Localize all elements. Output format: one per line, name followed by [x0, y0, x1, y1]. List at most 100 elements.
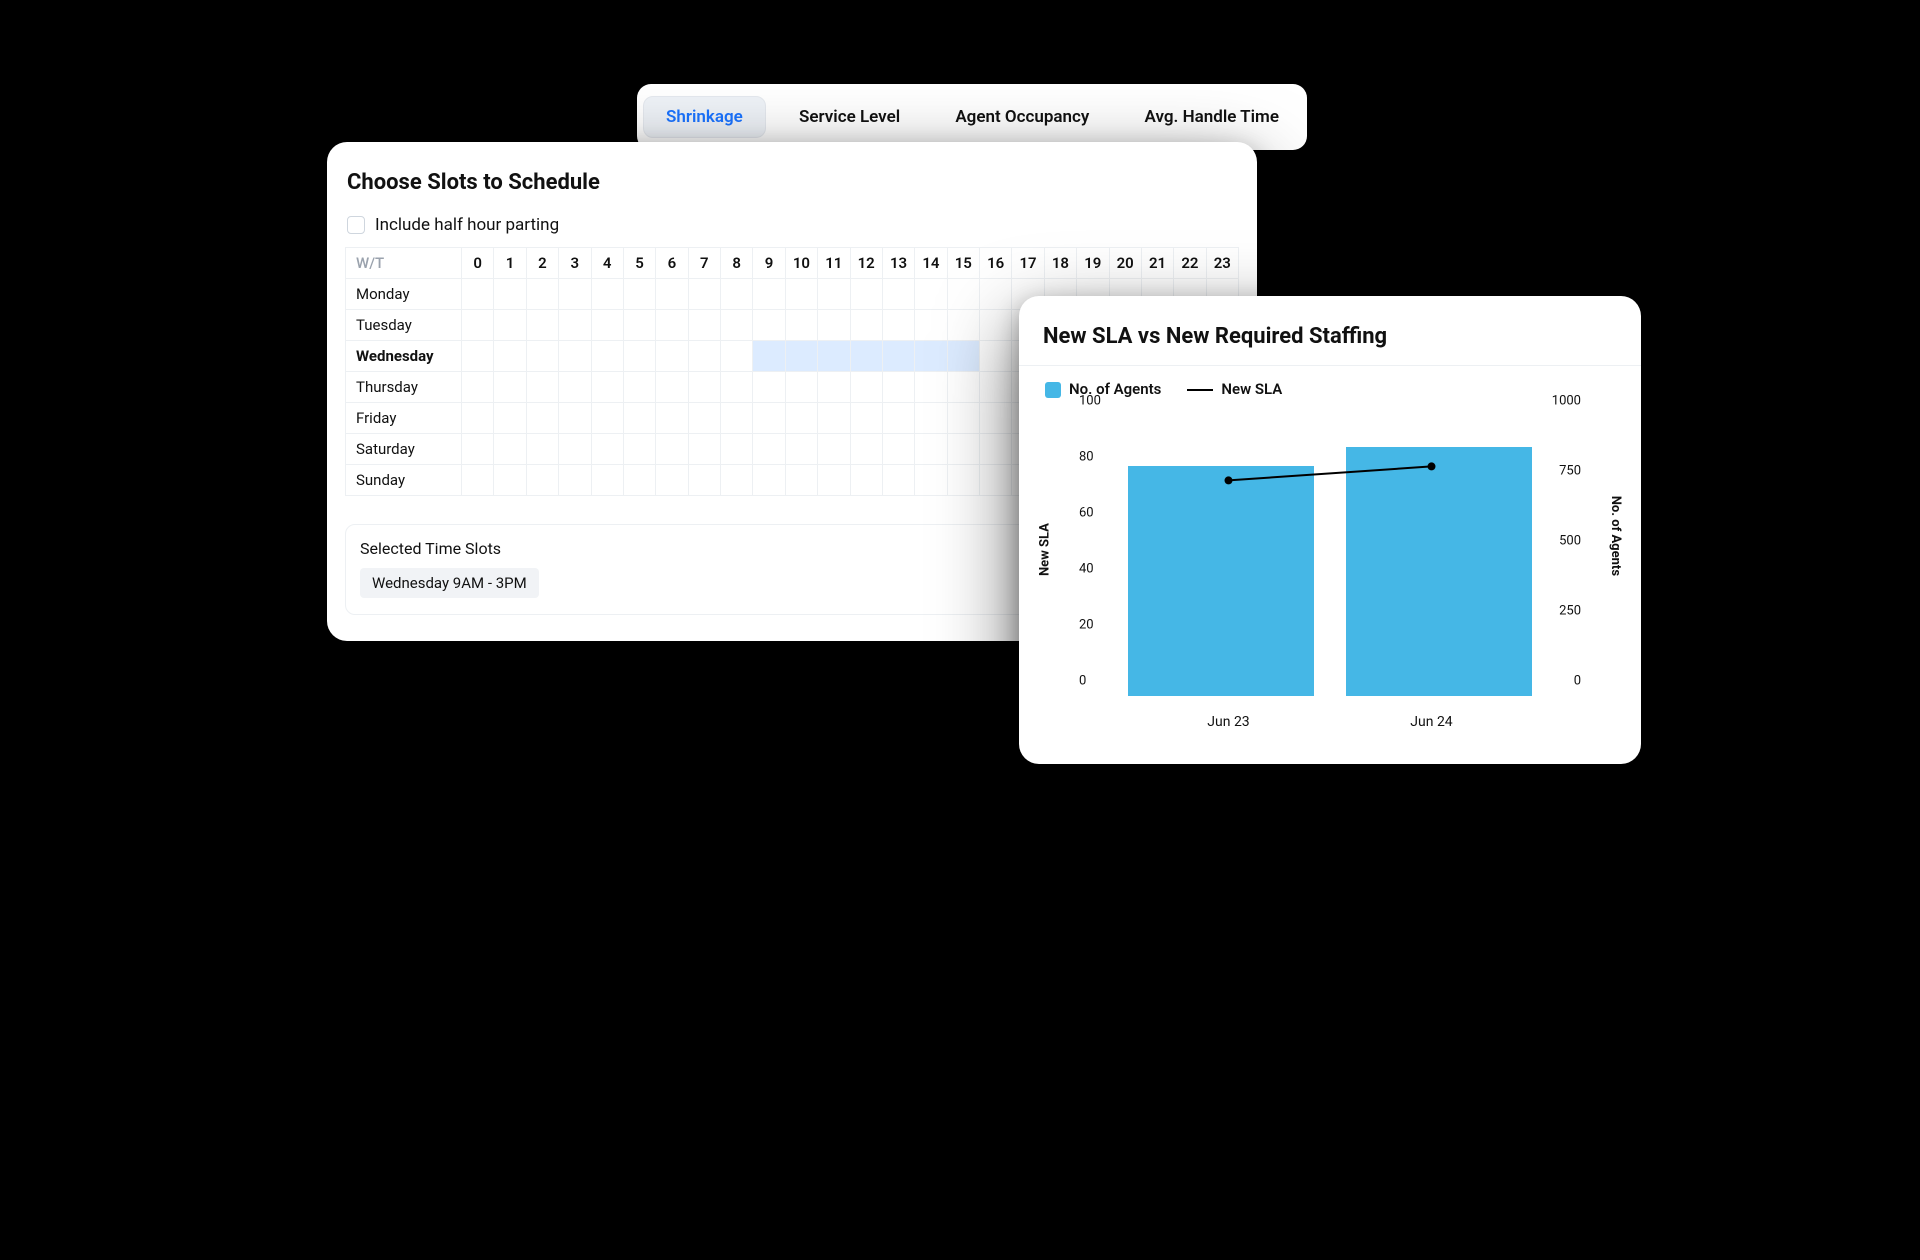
slot-cell[interactable] — [591, 403, 623, 434]
slot-cell[interactable] — [882, 310, 914, 341]
slot-cell[interactable] — [980, 310, 1012, 341]
slot-cell[interactable] — [947, 465, 979, 496]
slot-cell[interactable] — [591, 310, 623, 341]
slot-cell[interactable] — [688, 279, 720, 310]
slot-cell[interactable] — [656, 310, 688, 341]
slot-cell[interactable] — [753, 434, 785, 465]
slot-cell[interactable] — [785, 341, 817, 372]
slot-cell[interactable] — [721, 341, 753, 372]
slot-cell[interactable] — [785, 279, 817, 310]
slot-cell[interactable] — [591, 434, 623, 465]
slot-cell[interactable] — [526, 465, 558, 496]
slot-cell[interactable] — [818, 434, 850, 465]
slot-cell[interactable] — [494, 434, 526, 465]
slot-cell[interactable] — [947, 403, 979, 434]
slot-cell[interactable] — [721, 434, 753, 465]
slot-cell[interactable] — [785, 434, 817, 465]
slot-cell[interactable] — [882, 341, 914, 372]
slot-cell[interactable] — [850, 465, 882, 496]
slot-cell[interactable] — [623, 341, 655, 372]
slot-cell[interactable] — [494, 465, 526, 496]
slot-cell[interactable] — [753, 310, 785, 341]
slot-cell[interactable] — [915, 310, 947, 341]
slot-cell[interactable] — [980, 279, 1012, 310]
slot-cell[interactable] — [915, 403, 947, 434]
slot-cell[interactable] — [591, 372, 623, 403]
slot-cell[interactable] — [980, 372, 1012, 403]
slot-cell[interactable] — [591, 465, 623, 496]
slot-cell[interactable] — [882, 434, 914, 465]
slot-cell[interactable] — [688, 434, 720, 465]
slot-cell[interactable] — [721, 279, 753, 310]
slot-cell[interactable] — [721, 403, 753, 434]
slot-cell[interactable] — [785, 403, 817, 434]
slot-cell[interactable] — [688, 403, 720, 434]
slot-cell[interactable] — [980, 403, 1012, 434]
slot-cell[interactable] — [915, 465, 947, 496]
slot-cell[interactable] — [656, 372, 688, 403]
slot-cell[interactable] — [623, 465, 655, 496]
slot-cell[interactable] — [818, 279, 850, 310]
slot-cell[interactable] — [818, 403, 850, 434]
slot-cell[interactable] — [559, 465, 591, 496]
slot-cell[interactable] — [850, 372, 882, 403]
slot-cell[interactable] — [850, 341, 882, 372]
slot-cell[interactable] — [494, 403, 526, 434]
slot-cell[interactable] — [850, 434, 882, 465]
slot-cell[interactable] — [785, 372, 817, 403]
tab-avg-handle-time[interactable]: Avg. Handle Time — [1123, 97, 1301, 137]
half-hour-option[interactable]: Include half hour parting — [347, 215, 1239, 235]
slot-cell[interactable] — [559, 434, 591, 465]
slot-cell[interactable] — [688, 465, 720, 496]
slot-cell[interactable] — [818, 372, 850, 403]
slot-cell[interactable] — [656, 279, 688, 310]
slot-cell[interactable] — [980, 434, 1012, 465]
slot-cell[interactable] — [915, 434, 947, 465]
slot-cell[interactable] — [526, 341, 558, 372]
half-hour-checkbox[interactable] — [347, 216, 365, 234]
slot-cell[interactable] — [526, 434, 558, 465]
slot-cell[interactable] — [753, 372, 785, 403]
slot-cell[interactable] — [623, 310, 655, 341]
tab-service-level[interactable]: Service Level — [777, 97, 922, 137]
slot-cell[interactable] — [494, 341, 526, 372]
slot-cell[interactable] — [753, 341, 785, 372]
slot-cell[interactable] — [882, 372, 914, 403]
slot-cell[interactable] — [462, 372, 494, 403]
slot-cell[interactable] — [559, 403, 591, 434]
slot-cell[interactable] — [882, 279, 914, 310]
slot-cell[interactable] — [559, 279, 591, 310]
slot-cell[interactable] — [980, 465, 1012, 496]
slot-cell[interactable] — [494, 310, 526, 341]
slot-cell[interactable] — [591, 341, 623, 372]
selected-slot-chip[interactable]: Wednesday 9AM - 3PM — [360, 568, 539, 598]
slot-cell[interactable] — [623, 403, 655, 434]
slot-cell[interactable] — [915, 372, 947, 403]
slot-cell[interactable] — [462, 434, 494, 465]
slot-cell[interactable] — [882, 465, 914, 496]
slot-cell[interactable] — [947, 372, 979, 403]
slot-cell[interactable] — [850, 310, 882, 341]
slot-cell[interactable] — [559, 341, 591, 372]
slot-cell[interactable] — [656, 403, 688, 434]
slot-cell[interactable] — [850, 279, 882, 310]
slot-cell[interactable] — [753, 465, 785, 496]
slot-cell[interactable] — [623, 372, 655, 403]
slot-cell[interactable] — [850, 403, 882, 434]
slot-cell[interactable] — [980, 341, 1012, 372]
slot-cell[interactable] — [462, 310, 494, 341]
slot-cell[interactable] — [915, 341, 947, 372]
slot-cell[interactable] — [947, 341, 979, 372]
slot-cell[interactable] — [785, 310, 817, 341]
slot-cell[interactable] — [656, 465, 688, 496]
tab-shrinkage[interactable]: Shrinkage — [643, 96, 766, 138]
slot-cell[interactable] — [688, 310, 720, 341]
slot-cell[interactable] — [753, 279, 785, 310]
slot-cell[interactable] — [947, 310, 979, 341]
slot-cell[interactable] — [947, 434, 979, 465]
slot-cell[interactable] — [494, 279, 526, 310]
slot-cell[interactable] — [462, 341, 494, 372]
slot-cell[interactable] — [526, 310, 558, 341]
slot-cell[interactable] — [688, 341, 720, 372]
slot-cell[interactable] — [559, 310, 591, 341]
